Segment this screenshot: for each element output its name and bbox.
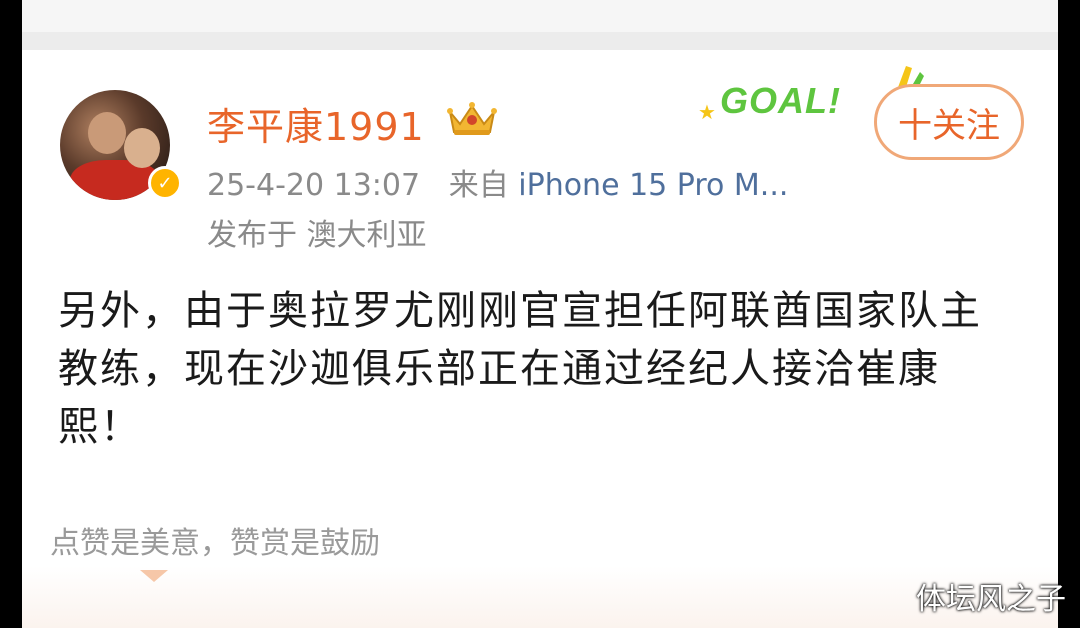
action-bar-edge bbox=[22, 566, 1058, 628]
reward-hint: 点赞是美意，赞赏是鼓励 bbox=[50, 526, 380, 561]
star-icon: ★ bbox=[698, 100, 716, 124]
avatar-face bbox=[88, 112, 126, 154]
crown-icon bbox=[447, 102, 497, 135]
username[interactable]: 李平康1991 bbox=[207, 96, 425, 151]
previous-card-edge bbox=[22, 0, 1058, 32]
watermark: 体坛风之子 bbox=[916, 582, 1066, 617]
card-divider bbox=[22, 32, 1058, 50]
verified-badge-icon: ✓ bbox=[148, 166, 182, 200]
post-content: 另外，由于奥拉罗尤刚刚官宣担任阿联酋国家队主教练，现在沙迦俱乐部正在通过经纪人接… bbox=[58, 288, 982, 450]
goal-badge-text: GOAL! bbox=[720, 80, 841, 121]
weibo-post-card: ✓ 李平康1991 25-4-20 13:07 来自 iPhone 15 Pro… bbox=[22, 0, 1058, 628]
post-location: 发布于 澳大利亚 bbox=[207, 218, 427, 253]
post-meta: 25-4-20 13:07 来自 iPhone 15 Pro M... bbox=[207, 160, 788, 204]
caret-icon bbox=[140, 570, 168, 582]
post-source[interactable]: iPhone 15 Pro M... bbox=[518, 168, 788, 203]
avatar-face bbox=[124, 128, 160, 168]
post-timestamp: 25-4-20 13:07 bbox=[207, 168, 421, 203]
source-prefix: 来自 bbox=[448, 168, 509, 203]
follow-button[interactable]: 十关注 bbox=[874, 84, 1024, 160]
